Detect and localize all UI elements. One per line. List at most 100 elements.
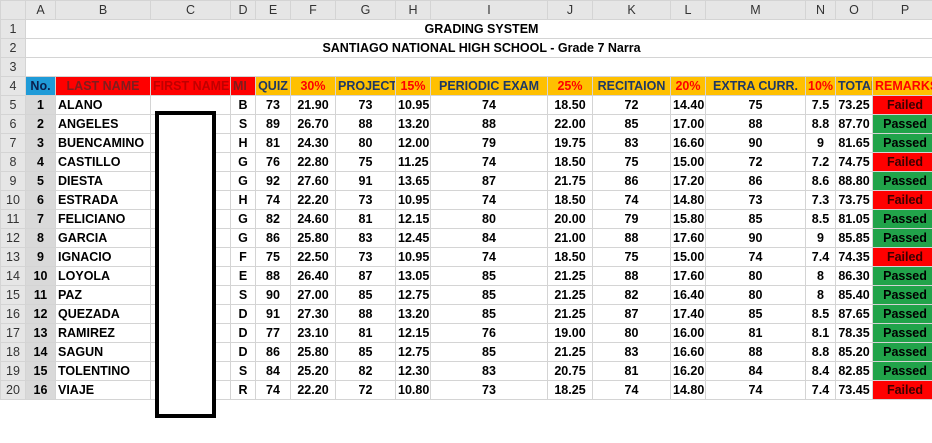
cell-periodic-exam[interactable]: 79 (430, 133, 548, 153)
header-last-name[interactable]: LAST NAME (55, 76, 151, 96)
cell-no[interactable]: 10 (25, 266, 56, 286)
cell-extra-weighted[interactable]: 8.8 (805, 342, 836, 362)
cell-no[interactable]: 3 (25, 133, 56, 153)
cell-recitation[interactable]: 75 (592, 247, 671, 267)
cell-extra-weighted[interactable]: 7.2 (805, 152, 836, 172)
row-header[interactable]: 3 (0, 57, 26, 77)
sheet-subtitle[interactable]: SANTIAGO NATIONAL HIGH SCHOOL - Grade 7 … (25, 38, 932, 58)
cell-periodic-exam[interactable]: 74 (430, 95, 548, 115)
cell-extra-curr[interactable]: 84 (705, 361, 806, 381)
cell-extra-curr[interactable]: 85 (705, 304, 806, 324)
cell-quiz[interactable]: 81 (255, 133, 291, 153)
cell-extra-curr[interactable]: 74 (705, 247, 806, 267)
cell-extra-curr[interactable]: 90 (705, 133, 806, 153)
cell-quiz[interactable]: 77 (255, 323, 291, 343)
header-project[interactable]: PROJECT (335, 76, 396, 96)
cell-project[interactable]: 73 (335, 247, 396, 267)
cell-total[interactable]: 78.35 (835, 323, 873, 343)
cell-project-weighted[interactable]: 11.25 (395, 152, 431, 172)
column-header-h[interactable]: H (395, 0, 431, 20)
cell-total[interactable]: 73.25 (835, 95, 873, 115)
cell-last-name[interactable]: CASTILLO (55, 152, 151, 172)
cell-last-name[interactable]: TOLENTINO (55, 361, 151, 381)
cell-total[interactable]: 81.05 (835, 209, 873, 229)
cell-project-weighted[interactable]: 13.65 (395, 171, 431, 191)
cell-total[interactable]: 85.40 (835, 285, 873, 305)
cell-periodic-exam[interactable]: 74 (430, 152, 548, 172)
cell-periodic-exam[interactable]: 83 (430, 361, 548, 381)
cell-extra-curr[interactable]: 88 (705, 114, 806, 134)
cell-remarks[interactable]: Passed (872, 171, 932, 191)
cell-extra-weighted[interactable]: 8.6 (805, 171, 836, 191)
cell-last-name[interactable]: LOYOLA (55, 266, 151, 286)
cell-total[interactable]: 85.85 (835, 228, 873, 248)
cell-recitation[interactable]: 79 (592, 209, 671, 229)
cell-project-weighted[interactable]: 10.95 (395, 247, 431, 267)
cell-extra-weighted[interactable]: 7.4 (805, 380, 836, 400)
cell-quiz[interactable]: 75 (255, 247, 291, 267)
header-quiz-pct[interactable]: 30% (290, 76, 336, 96)
row-header[interactable]: 9 (0, 171, 26, 191)
cell-exam-weighted[interactable]: 21.25 (547, 285, 593, 305)
cell-project[interactable]: 81 (335, 323, 396, 343)
cell-project[interactable]: 73 (335, 190, 396, 210)
cell-remarks[interactable]: Passed (872, 323, 932, 343)
cell-periodic-exam[interactable]: 87 (430, 171, 548, 191)
cell-quiz-weighted[interactable]: 21.90 (290, 95, 336, 115)
cell-extra-weighted[interactable]: 8.5 (805, 209, 836, 229)
cell-project-weighted[interactable]: 12.00 (395, 133, 431, 153)
header-recitation[interactable]: RECITAION (592, 76, 671, 96)
cell-extra-curr[interactable]: 90 (705, 228, 806, 248)
cell-last-name[interactable]: FELICIANO (55, 209, 151, 229)
cell-quiz-weighted[interactable]: 26.70 (290, 114, 336, 134)
cell-project[interactable]: 83 (335, 228, 396, 248)
cell-exam-weighted[interactable]: 18.50 (547, 152, 593, 172)
cell-project[interactable]: 75 (335, 152, 396, 172)
cell-extra-curr[interactable]: 80 (705, 266, 806, 286)
cell-project[interactable]: 85 (335, 342, 396, 362)
cell-project[interactable]: 88 (335, 114, 396, 134)
cell-total[interactable]: 85.20 (835, 342, 873, 362)
cell-exam-weighted[interactable]: 19.00 (547, 323, 593, 343)
cell-recitation[interactable]: 80 (592, 323, 671, 343)
cell-recitation-weighted[interactable]: 16.00 (670, 323, 706, 343)
cell-no[interactable]: 12 (25, 304, 56, 324)
cell-extra-weighted[interactable]: 9 (805, 133, 836, 153)
cell-extra-weighted[interactable]: 8 (805, 266, 836, 286)
cell-remarks[interactable]: Passed (872, 361, 932, 381)
cell-exam-weighted[interactable]: 20.00 (547, 209, 593, 229)
cell-last-name[interactable]: SAGUN (55, 342, 151, 362)
cell-recitation-weighted[interactable]: 17.60 (670, 266, 706, 286)
cell-no[interactable]: 7 (25, 209, 56, 229)
cell-exam-weighted[interactable]: 21.75 (547, 171, 593, 191)
cell-extra-curr[interactable]: 88 (705, 342, 806, 362)
cell-last-name[interactable]: QUEZADA (55, 304, 151, 324)
cell-periodic-exam[interactable]: 85 (430, 304, 548, 324)
column-header-e[interactable]: E (255, 0, 291, 20)
cell-mi[interactable]: G (230, 209, 256, 229)
cell-project[interactable]: 81 (335, 209, 396, 229)
cell-quiz[interactable]: 74 (255, 190, 291, 210)
header-recitation-pct[interactable]: 20% (670, 76, 706, 96)
column-header-k[interactable]: K (592, 0, 671, 20)
cell-extra-weighted[interactable]: 8 (805, 285, 836, 305)
cell-recitation-weighted[interactable]: 17.20 (670, 171, 706, 191)
cell-recitation[interactable]: 83 (592, 342, 671, 362)
cell-periodic-exam[interactable]: 88 (430, 114, 548, 134)
cell-no[interactable]: 13 (25, 323, 56, 343)
cell-extra-weighted[interactable]: 9 (805, 228, 836, 248)
header-project-pct[interactable]: 15% (395, 76, 431, 96)
cell-quiz[interactable]: 76 (255, 152, 291, 172)
cell-periodic-exam[interactable]: 85 (430, 266, 548, 286)
cell-recitation-weighted[interactable]: 15.00 (670, 152, 706, 172)
cell-extra-weighted[interactable]: 8.1 (805, 323, 836, 343)
header-periodic-exam[interactable]: PERIODIC EXAM (430, 76, 548, 96)
cell-recitation[interactable]: 85 (592, 114, 671, 134)
cell-recitation-weighted[interactable]: 16.60 (670, 342, 706, 362)
cell-total[interactable]: 82.85 (835, 361, 873, 381)
cell-recitation-weighted[interactable]: 14.40 (670, 95, 706, 115)
cell-periodic-exam[interactable]: 80 (430, 209, 548, 229)
cell-extra-curr[interactable]: 73 (705, 190, 806, 210)
cell-no[interactable]: 14 (25, 342, 56, 362)
cell-mi[interactable]: S (230, 114, 256, 134)
